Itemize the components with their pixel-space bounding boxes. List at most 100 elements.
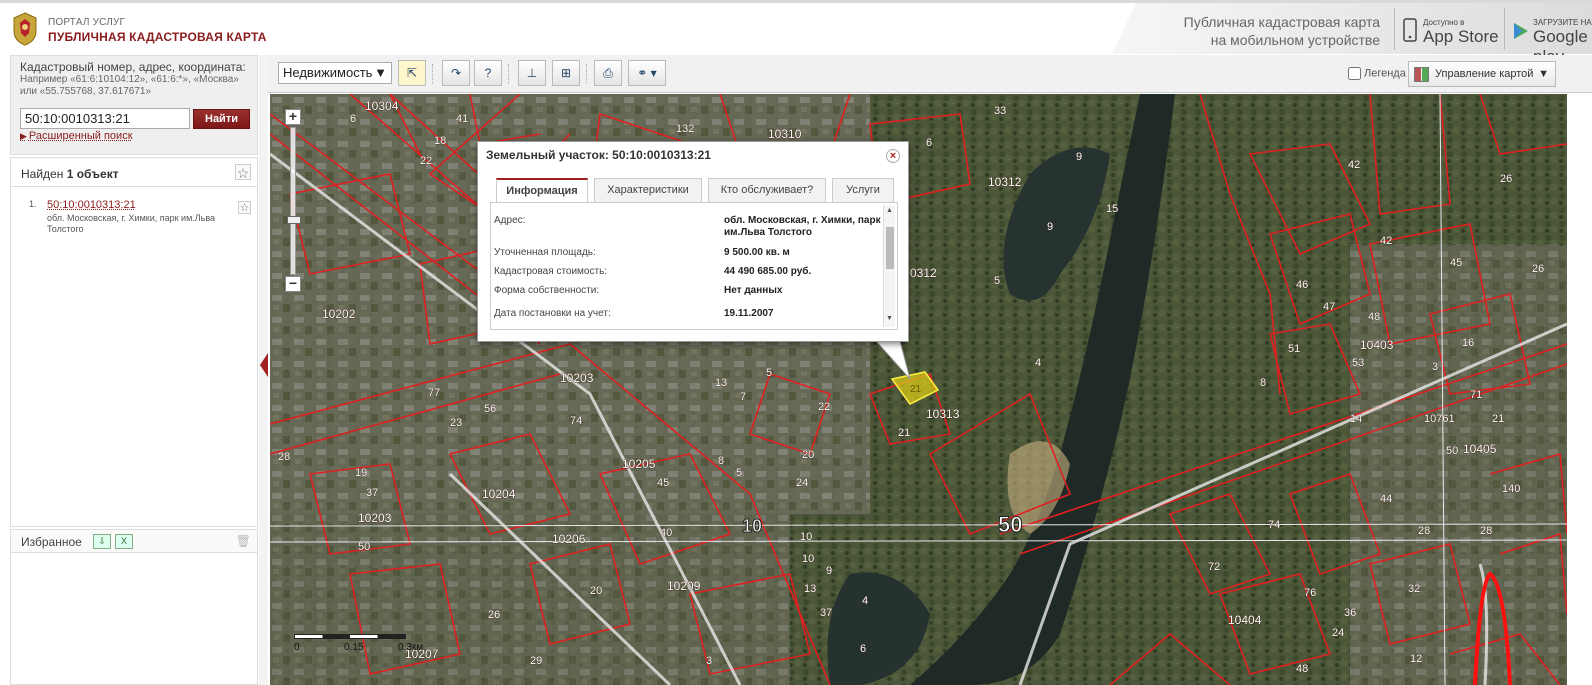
parcel-label: 10 [800,531,812,543]
measure-length-button[interactable]: ⊥ [518,60,546,86]
parcel-label: 21 [898,427,910,439]
info-value: обл. Московская, г. Химки, парк им.Льва … [724,215,881,238]
info-tool-button[interactable]: ? [474,60,502,86]
tab-info[interactable]: Информация [496,178,588,203]
info-key: Уточненная площадь: [494,247,596,258]
tab-who-serves[interactable]: Кто обслуживает? [708,178,826,202]
scale-label: 0.3км [398,642,424,653]
star-icon[interactable]: ☆ [235,164,251,181]
scroll-up-icon[interactable]: ▲ [886,207,893,214]
parcel-label: 16 [1462,337,1474,349]
quarter-label: 10202 [322,307,356,321]
parcel-label: 9 [1076,151,1082,163]
parcel-label: 28 [1480,525,1492,537]
parcel-label: 56 [484,403,496,415]
parcel-label: 6 [860,643,866,655]
parcel-label: 132 [676,123,694,135]
parcel-label: 53 [1352,357,1364,369]
info-key: Форма собственности: [494,285,600,296]
quarter-label: 10209 [667,579,701,593]
google-play-button[interactable]: ЗАГРУЗИТЕ НА Google play [1504,8,1592,66]
legend-checkbox[interactable] [1348,67,1361,80]
info-row-address: Адрес: обл. Московская, г. Химки, парк и… [494,215,881,243]
parcel-label: 4 [1035,357,1041,369]
parcel-label: 28 [1418,525,1430,537]
portal-title[interactable]: ПУБЛИЧНАЯ КАДАСТРОВАЯ КАРТА [48,30,267,44]
toolbar-divider [586,64,587,84]
popup-pointer [876,341,911,380]
zoom-in-button[interactable]: + [285,109,301,125]
appstore-label: App Store [1423,27,1499,46]
quarter-label: 0312 [910,266,937,280]
star-icon[interactable]: ☆ [238,201,251,214]
parcel-label: 12 [1410,653,1422,665]
info-value: 44 490 685.00 руб. [724,266,812,277]
cadastral-map[interactable]: 21 1030410310103121020210203102051020410… [270,94,1567,685]
link-button[interactable]: ⚭ ▾ [628,60,666,86]
toolbar-divider [432,64,433,84]
parcel-label: 48 [1296,663,1308,675]
quarter-label: 10304 [365,99,399,113]
parcel-label: 5 [766,367,772,379]
popup-scrollbar[interactable]: ▲ ▼ [883,205,895,327]
measure-area-button[interactable]: ⊞ [552,60,580,86]
quarter-label: 10313 [926,407,960,421]
selected-parcel-label: 21 [910,384,922,395]
quarter-label: 10404 [1228,613,1262,627]
parcel-label: 77 [428,387,440,399]
info-value: Нет данных [724,285,783,296]
info-value: 19.11.2007 [724,308,774,319]
trash-icon[interactable]: 🗑 [236,534,251,548]
parcel-label: 26 [1532,263,1544,275]
parcel-label: 29 [530,655,542,667]
identify-tool-button[interactable]: ↷ [442,60,470,86]
panel-splitter[interactable] [259,55,268,685]
parcel-label: 140 [1502,483,1520,495]
coat-of-arms-logo[interactable] [10,11,40,47]
zoom-out-button[interactable]: − [285,276,301,292]
quarter-label: 10205 [622,457,656,471]
parcel-label: 37 [366,487,378,499]
triangle-right-icon: ▶ [20,131,27,141]
district-label: 50 [998,512,1022,537]
parcel-label: 47 [1323,301,1335,313]
close-icon[interactable]: × [886,149,900,163]
excel-export-icon[interactable]: X [115,534,133,549]
parcel-label: 26 [1500,173,1512,185]
search-input[interactable] [20,108,190,129]
scroll-down-icon[interactable]: ▼ [886,315,893,322]
advanced-search-link[interactable]: ▶ Расширенный поиск [20,130,133,142]
parcel-label: 76 [1304,587,1316,599]
parcel-label: 3 [1432,361,1438,373]
layer-select[interactable]: Недвижимость ▼ [278,62,392,84]
tab-services[interactable]: Услуги [832,178,894,202]
parcel-label: 15 [1106,203,1118,215]
zoom-slider-handle[interactable] [287,216,301,224]
export-icon[interactable]: ⇩ [93,534,111,549]
info-value: 9 500.00 кв. м [724,247,790,258]
parcel-label: 22 [818,401,830,413]
quarter-label: 10403 [1360,338,1394,352]
select-tool-button[interactable]: ⇱ [398,60,426,86]
scrollbar-thumb[interactable] [886,227,894,269]
print-button[interactable]: ⎙ [594,60,622,86]
map-canvas[interactable]: 21 10304 10310 10312 10202 10203 10205 10204 10… [270,94,1567,685]
results-header: Найден 1 объект ☆ [10,157,258,187]
parcel-label: 32 [1408,583,1420,595]
chevron-down-icon: ▼ [374,65,387,80]
zoom-slider[interactable] [287,127,301,275]
app: ПОРТАЛ УСЛУГ ПУБЛИЧНАЯ КАДАСТРОВАЯ КАРТА… [0,0,1592,685]
collapse-arrow-icon[interactable] [260,353,268,377]
parcel-label: 24 [796,477,808,489]
result-cadastral-link[interactable]: 50:10:0010313:21 [47,199,136,211]
parcel-label: 50 [358,541,370,553]
app-store-button[interactable]: Доступно в App Store [1394,8,1504,50]
parcel-info-popup: Земельный участок: 50:10:0010313:21 × Ин… [477,141,909,342]
map-control-dropdown[interactable]: Управление картой ▼ [1408,61,1556,87]
search-button[interactable]: Найти [193,109,250,129]
tab-characteristics[interactable]: Характеристики [594,178,702,202]
parcel-label: 13 [715,377,727,389]
legend-toggle[interactable]: Легенда [1348,67,1406,80]
toolbar-divider [508,64,509,84]
parcel-label: 20 [802,449,814,461]
